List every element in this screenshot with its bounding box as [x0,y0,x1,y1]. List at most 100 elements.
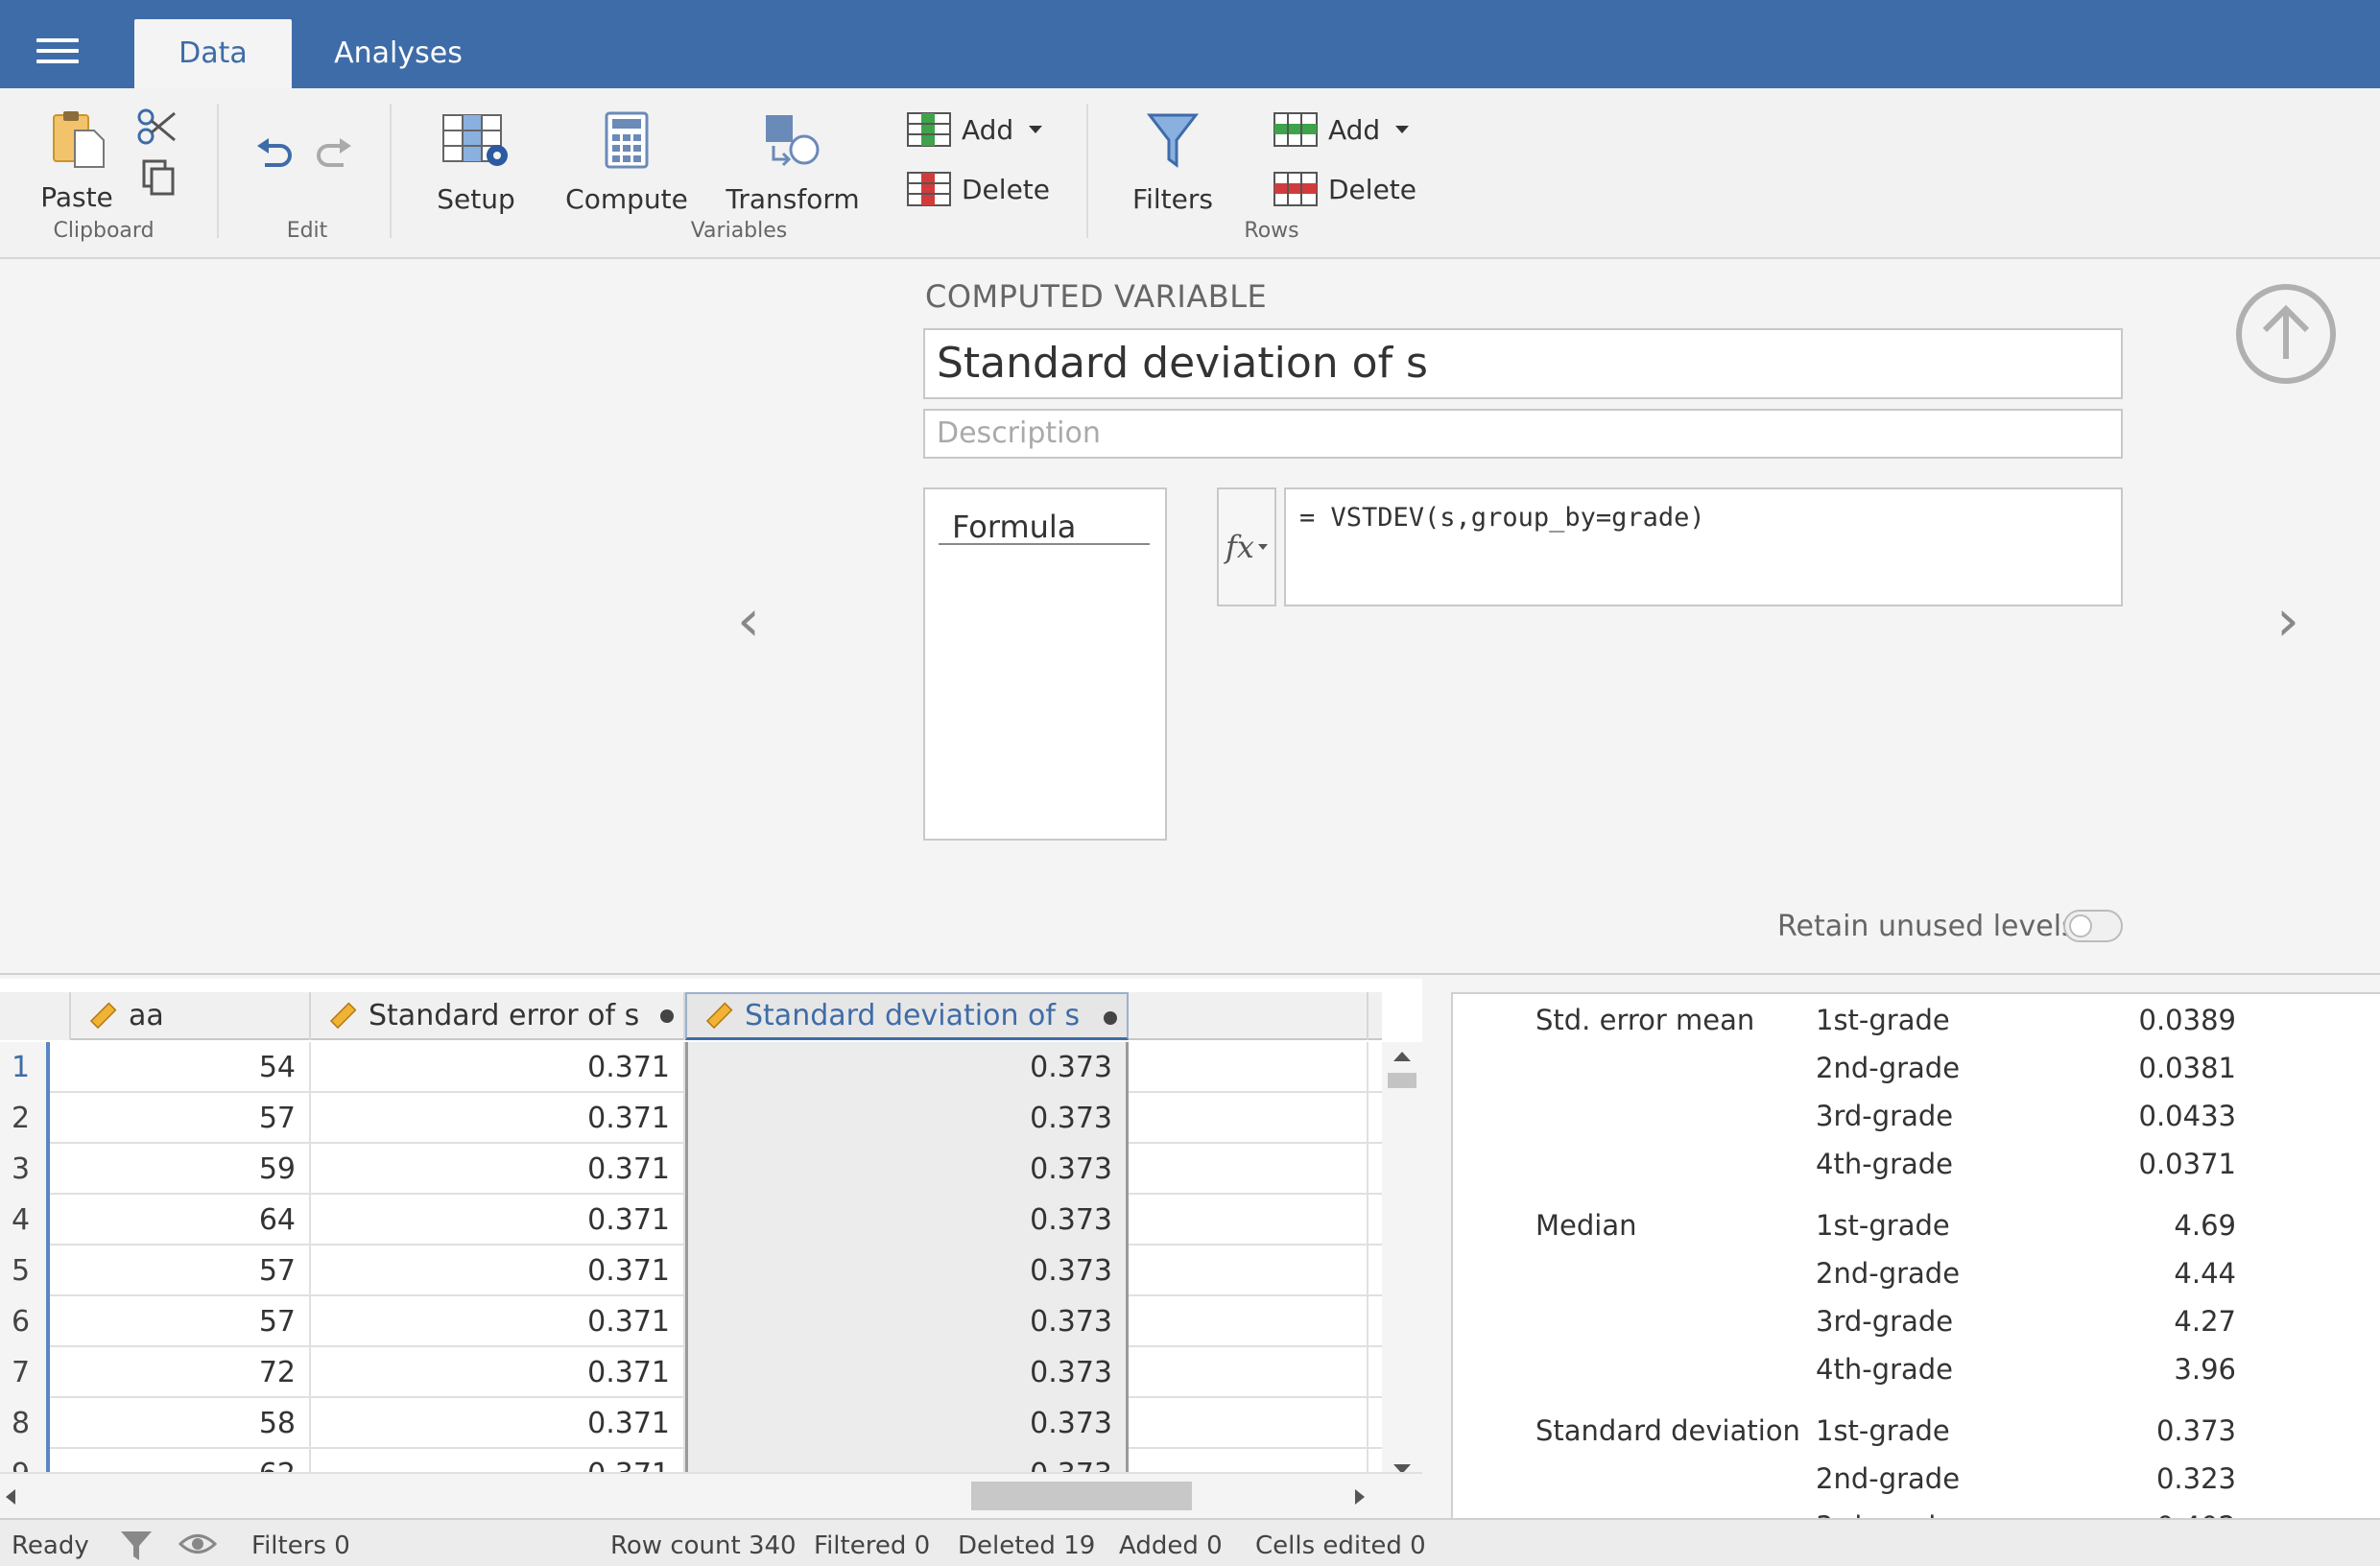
cell-standard-error[interactable]: 0.371 [311,1398,685,1449]
filters-button[interactable]: Filters [1132,111,1213,215]
add-variable-label: Add [962,113,1014,146]
cell-standard-deviation[interactable]: 0.373 [685,1398,1129,1449]
cell-empty[interactable] [1129,1246,1368,1296]
cut-icon[interactable] [136,107,178,146]
cell-empty[interactable] [1129,1296,1368,1347]
results-value: 4.44 [2174,1257,2236,1290]
variables-group-label: Variables [690,219,788,243]
retain-unused-levels-toggle[interactable] [2063,910,2123,942]
cell-standard-deviation[interactable]: 0.373 [685,1042,1129,1093]
delete-row-button[interactable]: Delete [1273,171,1416,207]
scroll-up-arrow-icon[interactable] [1393,1052,1411,1061]
results-group-label: 2nd-grade [1816,1052,1961,1084]
cell-aa[interactable]: 57 [71,1246,311,1296]
column-header-standard-deviation[interactable]: Standard deviation of s [685,992,1129,1040]
delete-variable-button[interactable]: Delete [906,171,1050,207]
results-group-label: 1st-grade [1816,1414,1950,1447]
cell-empty[interactable] [1129,1144,1368,1195]
cell-standard-deviation[interactable]: 0.373 [685,1246,1129,1296]
vertical-scroll-thumb[interactable] [1388,1073,1416,1088]
cell-standard-error[interactable]: 0.371 [311,1449,685,1472]
continuous-variable-ruler-icon [329,1002,357,1030]
variable-name-input[interactable]: Standard deviation of s [923,328,2123,399]
cell-standard-error[interactable]: 0.371 [311,1347,685,1398]
row-number[interactable]: 2 [0,1093,50,1144]
filters-label: Filters [1132,183,1213,215]
row-number[interactable]: 3 [0,1144,50,1195]
cell-empty[interactable] [1129,1042,1368,1093]
cell-standard-error[interactable]: 0.371 [311,1093,685,1144]
cell-standard-error[interactable]: 0.371 [311,1246,685,1296]
cell-standard-deviation[interactable]: 0.373 [685,1195,1129,1246]
add-row-icon [1273,112,1318,147]
cell-standard-error[interactable]: 0.371 [311,1296,685,1347]
cell-empty[interactable] [1129,1398,1368,1449]
cell-standard-error[interactable]: 0.371 [311,1195,685,1246]
horizontal-scroll-thumb[interactable] [971,1482,1192,1510]
computed-indicator-icon [660,1009,674,1023]
next-variable-arrow-icon[interactable]: › [2276,587,2299,654]
column-header-aa[interactable]: aa [71,992,311,1040]
redo-icon[interactable] [313,136,355,175]
cell-aa[interactable]: 57 [71,1296,311,1347]
cell-standard-deviation[interactable]: 0.373 [685,1144,1129,1195]
paste-button[interactable]: Paste [38,109,115,213]
cell-standard-deviation[interactable]: 0.373 [685,1296,1129,1347]
cell-standard-error[interactable]: 0.371 [311,1144,685,1195]
cell-empty[interactable] [1129,1093,1368,1144]
cell-standard-error[interactable]: 0.371 [311,1042,685,1093]
eye-icon[interactable] [178,1530,217,1558]
hamburger-menu-icon[interactable] [36,38,79,69]
cell-aa[interactable]: 72 [71,1347,311,1398]
description-input[interactable]: Description [923,409,2123,459]
results-value: 4.69 [2174,1209,2236,1242]
function-picker-button[interactable]: fx [1217,487,1276,606]
compute-label: Compute [565,183,688,215]
top-bar: Data Analyses [0,0,2380,88]
cell-aa[interactable]: 54 [71,1042,311,1093]
add-row-button[interactable]: Add [1273,111,1410,148]
row-number[interactable]: 7 [0,1347,50,1398]
scroll-left-arrow-icon[interactable] [6,1489,15,1505]
cell-aa[interactable]: 59 [71,1144,311,1195]
previous-variable-arrow-icon[interactable]: ‹ [737,587,760,654]
grid-rows: 1 54 0.371 0.373 2 57 0.371 0.373 3 59 0.371 0.373 4… [0,1042,1382,1472]
separator [217,104,219,238]
cell-standard-deviation[interactable]: 0.373 [685,1093,1129,1144]
setup-button[interactable]: Setup [428,111,524,215]
formula-tab[interactable]: Formula [939,509,1150,545]
cell-aa[interactable]: 58 [71,1398,311,1449]
vertical-scrollbar[interactable] [1382,1042,1422,1482]
row-number[interactable]: 8 [0,1398,50,1449]
scroll-right-arrow-icon[interactable] [1355,1489,1365,1505]
results-group-label: 4th-grade [1816,1148,1954,1180]
cell-standard-deviation[interactable]: 0.373 [685,1449,1129,1472]
transform-button[interactable]: Transform [726,111,860,215]
collapse-editor-up-icon[interactable] [2236,284,2336,384]
row-number[interactable]: 4 [0,1195,50,1246]
cell-empty[interactable] [1129,1195,1368,1246]
row-number[interactable]: 6 [0,1296,50,1347]
horizontal-scrollbar[interactable] [0,1472,1422,1516]
results-group-label: 2nd-grade [1816,1462,1961,1495]
cell-empty[interactable] [1129,1347,1368,1398]
tab-data[interactable]: Data [134,19,292,88]
add-variable-button[interactable]: Add [906,111,1043,148]
column-header-standard-error[interactable]: Standard error of s [311,992,685,1040]
tab-analyses[interactable]: Analyses [317,19,480,88]
compute-button[interactable]: Compute [564,111,689,215]
filter-icon[interactable] [119,1530,154,1562]
cell-aa[interactable]: 62 [71,1449,311,1472]
copy-icon[interactable] [142,159,177,198]
row-number[interactable]: 1 [0,1042,50,1093]
cell-standard-deviation[interactable]: 0.373 [685,1347,1129,1398]
row-number[interactable]: 5 [0,1246,50,1296]
row-number[interactable]: 9 [0,1449,50,1472]
undo-icon[interactable] [253,136,296,175]
cell-aa[interactable]: 64 [71,1195,311,1246]
cell-aa[interactable]: 57 [71,1093,311,1144]
column-header-empty[interactable] [1129,992,1368,1040]
cell-empty[interactable] [1129,1449,1368,1472]
formula-input[interactable]: = VSTDEV(s,group_by=grade) [1284,487,2123,606]
status-filters: Filters 0 [251,1531,350,1560]
